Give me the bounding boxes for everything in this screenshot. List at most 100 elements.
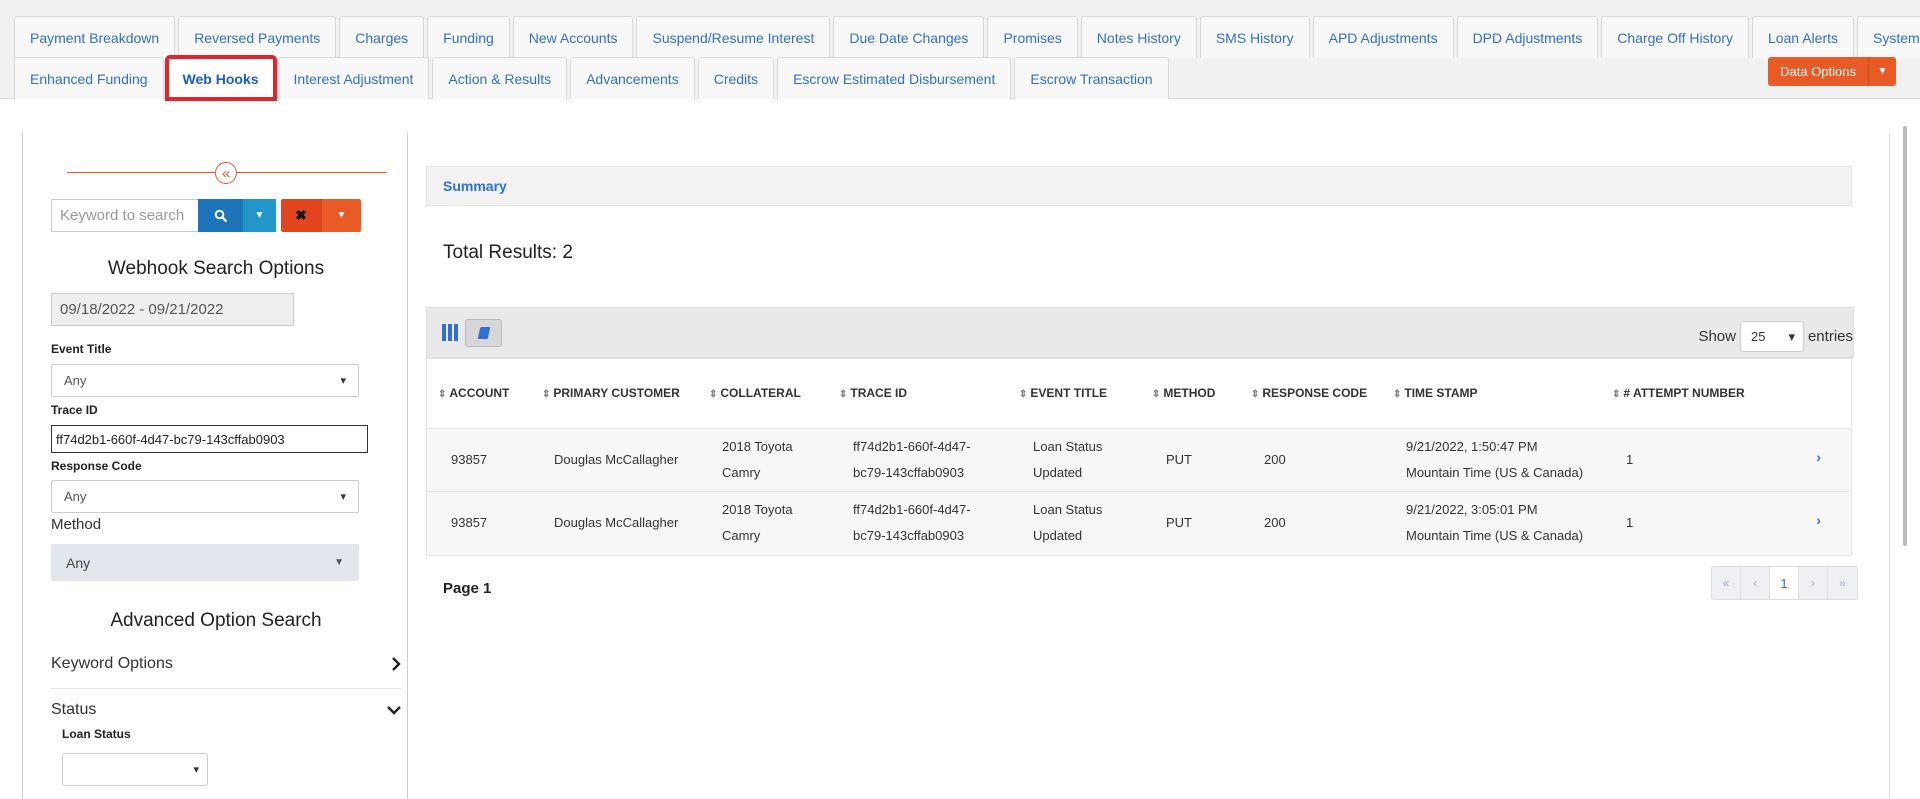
page-1-button[interactable]: 1 [1770,567,1799,599]
event-title-select[interactable]: Any ▾ [51,364,359,397]
keyword-search-input[interactable] [51,199,198,232]
tab-loan-alerts[interactable]: Loan Alerts [1751,16,1855,58]
tab-promises[interactable]: Promises [987,16,1078,58]
clear-search-button[interactable]: ✖ [281,199,321,232]
event-title-label: Event Title [51,342,112,356]
column-header-collateral[interactable]: ⇕ COLLATERAL [709,386,801,400]
tab-interest-adjustment[interactable]: Interest Adjustment [277,57,430,99]
chevron-down-icon: ▾ [340,375,346,387]
cell-method: PUT [1166,515,1192,530]
column-header-attempt-number[interactable]: ⇕ # ATTEMPT NUMBER [1612,386,1745,400]
sort-icon: ⇕ [542,389,551,400]
column-header-primary-customer[interactable]: ⇕ PRIMARY CUSTOMER [542,386,680,400]
previous-page-button[interactable]: ‹ [1741,567,1770,599]
trace-id-input[interactable] [51,425,368,453]
sort-icon: ⇕ [1019,389,1028,400]
last-page-button[interactable]: » [1828,567,1857,599]
sort-icon: ⇕ [709,389,718,400]
response-code-select[interactable]: Any ▾ [51,480,359,513]
response-code-value: Any [64,489,87,504]
tab-apd-adjustments[interactable]: APD Adjustments [1312,16,1454,58]
tab-credits[interactable]: Credits [697,57,775,99]
webhooks-table: ⇕ ACCOUNT ⇕ PRIMARY CUSTOMER ⇕ COLLATERAL ⇕… [426,358,1852,556]
keyword-options-label: Keyword Options [51,655,173,672]
column-header-time-stamp[interactable]: ⇕ TIME STAMP [1393,386,1478,400]
tab-charge-off-history[interactable]: Charge Off History [1601,16,1749,58]
chevron-down-icon: ▾ [1788,328,1795,344]
book-view-icon[interactable] [465,319,502,347]
caret-down-icon[interactable]: ▼ [1868,57,1896,86]
chevron-right-icon[interactable]: › [1816,512,1821,528]
entries-per-page-value: 25 [1750,329,1766,344]
clear-options-caret-icon[interactable]: ▼ [321,199,361,232]
chevron-right-icon[interactable]: › [1816,449,1821,465]
tab-new-accounts[interactable]: New Accounts [512,16,634,58]
page-indicator: Page 1 [443,580,492,597]
table-header: ⇕ ACCOUNT ⇕ PRIMARY CUSTOMER ⇕ COLLATERAL ⇕… [427,359,1851,429]
column-header-trace-id[interactable]: ⇕ TRACE ID [839,386,907,400]
tab-funding[interactable]: Funding [427,16,510,58]
tab-web-hooks[interactable]: Web Hooks [164,55,277,101]
cell-method: PUT [1166,452,1192,467]
cell-event-title: Loan Status Updated [1033,439,1103,480]
keyword-options-toggle[interactable]: Keyword Options [51,655,401,673]
summary-tab-bar: Summary [426,166,1852,206]
search-icon [214,209,227,222]
cell-account: 93857 [451,452,488,467]
next-page-button[interactable]: › [1799,567,1828,599]
chevron-down-icon [387,706,401,715]
show-label: Show [1698,328,1736,345]
advanced-option-search-heading: Advanced Option Search [110,610,322,631]
cell-response-code: 200 [1264,452,1286,467]
tab-notes-history[interactable]: Notes History [1080,16,1197,58]
cell-primary-customer: Douglas McCallagher [554,452,679,467]
tab-charges[interactable]: Charges [339,16,425,58]
column-header-account[interactable]: ⇕ ACCOUNT [438,386,509,400]
trace-id-label: Trace ID [51,403,98,417]
status-toggle[interactable]: Status [51,701,401,719]
collapse-sidebar-icon[interactable]: « [215,162,237,184]
data-options-label[interactable]: Data Options [1768,57,1868,86]
data-options-button[interactable]: Data Options ▼ [1768,57,1896,86]
entries-per-page-select[interactable]: 25 ▾ [1739,321,1804,352]
tab-escrow-transaction[interactable]: Escrow Transaction [1014,57,1169,99]
cell-event-title: Loan Status Updated [1033,502,1103,543]
cell-collateral: 2018 Toyota Camry [722,439,793,480]
loan-status-select[interactable]: ▾ [62,753,208,786]
search-button[interactable] [198,199,243,232]
table-row[interactable]: 93857 Douglas McCallagher 2018 Toyota Cam… [427,429,1851,492]
tab-due-date-changes[interactable]: Due Date Changes [833,16,985,58]
cell-primary-customer: Douglas McCallagher [554,515,679,530]
column-view-icon[interactable] [442,324,460,341]
tab-escrow-estimated-disbursement[interactable]: Escrow Estimated Disbursement [777,57,1012,99]
tab-dpd-adjustments[interactable]: DPD Adjustments [1456,16,1599,58]
status-label: Status [51,701,97,718]
tab-action-results[interactable]: Action & Results [432,57,568,99]
search-options-caret-icon[interactable]: ▼ [243,199,276,232]
sort-icon: ⇕ [438,389,447,400]
cell-time-stamp: 9/21/2022, 3:05:01 PM Mountain Time (US &… [1406,502,1584,543]
summary-tab[interactable]: Summary [443,178,507,194]
tab-suspend-resume-interest[interactable]: Suspend/Resume Interest [636,16,831,58]
table-row[interactable]: 93857 Douglas McCallagher 2018 Toyota Cam… [427,492,1851,555]
tab-enhanced-funding[interactable]: Enhanced Funding [14,57,164,99]
tab-advancements[interactable]: Advancements [570,57,695,99]
tab-payment-breakdown[interactable]: Payment Breakdown [14,16,176,58]
tab-row-1: Payment Breakdown Reversed Payments Char… [14,16,1920,58]
divider [51,688,401,689]
tab-system-notes[interactable]: System Notes [1857,16,1920,58]
loan-status-label: Loan Status [62,727,131,741]
table-toolbar: Show 25 ▾ entries [426,307,1854,358]
sort-icon: ⇕ [1612,389,1621,400]
date-range-field[interactable]: 09/18/2022 - 09/21/2022 [51,293,294,326]
column-header-response-code[interactable]: ⇕ RESPONSE CODE [1251,386,1367,400]
vertical-scrollbar[interactable] [1903,126,1907,546]
first-page-button[interactable]: « [1712,567,1741,599]
tab-sms-history[interactable]: SMS History [1199,16,1310,58]
method-select[interactable]: Any ▼ [51,544,359,581]
column-header-event-title[interactable]: ⇕ EVENT TITLE [1019,386,1107,400]
column-header-method[interactable]: ⇕ METHOD [1152,386,1215,400]
caret-down-icon: ▼ [334,557,344,568]
tab-reversed-payments[interactable]: Reversed Payments [178,16,337,58]
sort-icon: ⇕ [1152,389,1161,400]
